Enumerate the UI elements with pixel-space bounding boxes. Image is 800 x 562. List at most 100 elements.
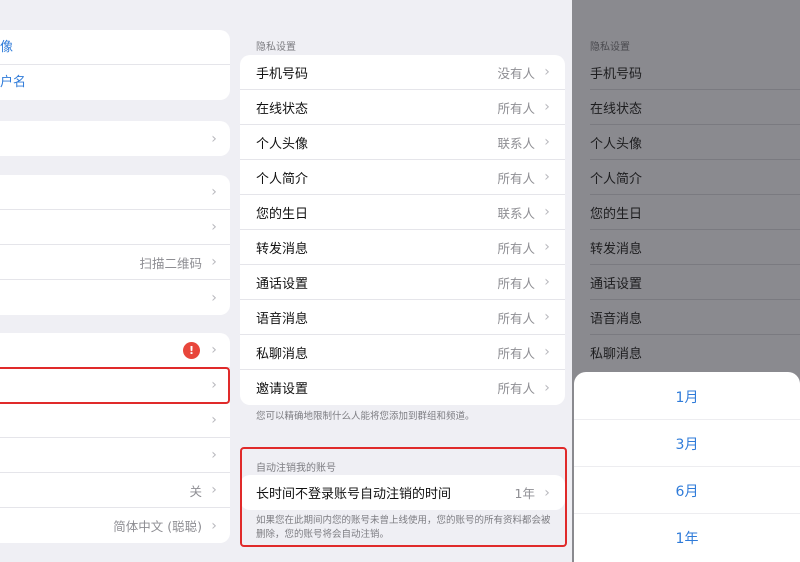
divider [590,299,800,300]
chevron-right-icon: › [544,274,550,290]
divider [590,194,800,195]
privacy-note: 您可以精确地限制什么人能将您添加到群组和频道。 [256,411,475,422]
chevron-right-icon: › [544,309,550,325]
privacy-row-birthday[interactable]: 您的生日 联系人 › [240,195,565,230]
chevron-right-icon: › [544,169,550,185]
privacy-section-title: 隐私设置 [256,42,296,53]
chevron-right-icon: › [544,64,550,80]
highlight-frame [240,447,567,547]
row-value: 联系人 [497,135,535,151]
privacy-row-phone[interactable]: 手机号码 没有人 › [240,55,565,90]
privacy-row-forwarding[interactable]: 转发消息 所有人 › [240,230,565,265]
row-label: 私聊消息 [256,346,309,362]
row-value: 所有人 [497,100,535,116]
divider [574,513,800,514]
alert-badge: ! [183,341,200,359]
settings-row[interactable]: › [0,280,230,315]
settings-list-panel: 像 户名 › › › 扫描二维码 › › ! › › › › 关 › 简体中文 … [0,0,230,562]
option-1-year[interactable]: 1年 [574,528,800,548]
dimmed-row: 个人头像 [590,137,643,152]
chevron-right-icon: › [211,219,217,235]
divider [590,229,800,230]
highlight-frame [0,367,230,404]
divider [590,159,800,160]
set-username-row[interactable]: 户名 [0,65,230,100]
row-label: 转发消息 [256,241,309,257]
divider [574,419,800,420]
row-label: 个人简介 [256,171,309,187]
privacy-settings-panel: 隐私设置 手机号码 没有人 › 在线状态 所有人 › 个人头像 联系人 › 个人简介 所有人 ›… [240,0,570,562]
set-profile-photo-label: 像 [0,40,14,55]
dimmed-row: 通话设置 [590,277,643,292]
profile-group: 像 户名 [0,30,230,100]
row-value: 联系人 [497,205,535,221]
privacy-row-avatar[interactable]: 个人头像 联系人 › [240,125,565,160]
chevron-right-icon: › [544,239,550,255]
privacy-row-online-status[interactable]: 在线状态 所有人 › [240,90,565,125]
row-label: 在线状态 [256,101,309,117]
settings-row[interactable]: › [0,121,230,156]
row-value: 所有人 [497,381,535,396]
chevron-right-icon: › [211,184,217,200]
period-action-sheet: 1月 3月 6月 1年 [574,372,800,562]
language-row[interactable]: 简体中文 (聪聪) › [0,508,230,543]
option-6-months[interactable]: 6月 [574,481,800,501]
dimmed-row: 转发消息 [590,242,643,257]
alert-row[interactable]: ! › [0,333,230,368]
chevron-right-icon: › [211,130,217,147]
single-row-group: › [0,121,230,156]
row-value: 所有人 [497,240,535,256]
period-picker-panel: 隐私设置 手机号码 在线状态 个人头像 个人简介 您的生日 转发消息 通话设置 … [572,0,800,562]
set-profile-photo-row[interactable]: 像 [0,30,230,65]
settings-row[interactable]: › [0,210,230,245]
settings-row[interactable]: › [0,175,230,210]
devices-row[interactable]: 扫描二维码 › [0,245,230,280]
scan-qr-value: 扫描二维码 [139,255,202,271]
privacy-row-bio[interactable]: 个人简介 所有人 › [240,160,565,195]
divider [590,124,800,125]
dimmed-row: 语音消息 [590,312,643,327]
dimmed-row: 私聊消息 [590,347,643,362]
row-label: 手机号码 [256,66,309,82]
dimmed-section-title: 隐私设置 [590,42,630,53]
row-value: 所有人 [497,170,535,186]
chevron-right-icon: › [211,254,217,270]
language-value: 简体中文 (聪聪) [113,519,202,534]
chevron-right-icon: › [211,517,217,534]
chevron-right-icon: › [211,342,217,358]
chevron-right-icon: › [544,99,550,115]
privacy-row-voice[interactable]: 语音消息 所有人 › [240,300,565,335]
privacy-row-invites[interactable]: 邀请设置 所有人 › [240,370,565,405]
chevron-right-icon: › [211,482,217,498]
settings-row[interactable]: › [0,438,230,473]
row-label: 您的生日 [256,206,309,222]
privacy-list: 手机号码 没有人 › 在线状态 所有人 › 个人头像 联系人 › 个人简介 所有人 › 您的生日… [240,55,565,405]
dimmed-row: 您的生日 [590,207,643,222]
divider [590,264,800,265]
option-1-month[interactable]: 1月 [574,387,800,407]
divider [590,334,800,335]
row-label: 邀请设置 [256,382,309,397]
row-label: 语音消息 [256,311,309,327]
general-group: › › 扫描二维码 › › [0,175,230,315]
dimmed-row: 个人简介 [590,172,643,187]
toggle-setting-row[interactable]: 关 › [0,473,230,508]
chevron-right-icon: › [544,204,550,220]
divider [574,466,800,467]
chevron-right-icon: › [544,134,550,150]
settings-row[interactable]: › [0,403,230,438]
privacy-row-calls[interactable]: 通话设置 所有人 › [240,265,565,300]
chevron-right-icon: › [544,344,550,360]
row-label: 个人头像 [256,136,309,152]
screen: 像 户名 › › › 扫描二维码 › › ! › › › › 关 › 简体中文 … [0,0,800,562]
chevron-right-icon: › [544,379,550,396]
dimmed-row: 在线状态 [590,102,643,117]
privacy-row-messages[interactable]: 私聊消息 所有人 › [240,335,565,370]
chevron-right-icon: › [211,412,217,428]
row-value: 没有人 [497,65,535,81]
row-value: 所有人 [497,310,535,326]
preferences-group: ! › › › › 关 › 简体中文 (聪聪) › [0,333,230,543]
chevron-right-icon: › [211,447,217,463]
option-3-months[interactable]: 3月 [574,434,800,454]
chevron-right-icon: › [211,289,217,306]
